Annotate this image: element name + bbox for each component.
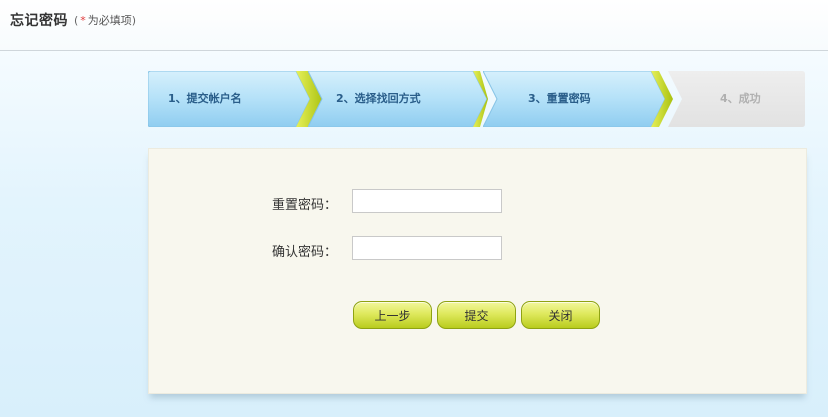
required-note-text: 为必填项: [87, 14, 132, 27]
required-note-open: (: [74, 14, 79, 27]
required-note: (* 为必填项): [74, 12, 136, 28]
submit-button[interactable]: 提交: [437, 301, 516, 329]
step-4: 4、成功: [668, 71, 805, 127]
reset-password-form: 重置密码： 确认密码： 上一步 提交 关闭: [148, 148, 807, 394]
step-1: 1、提交帐户名: [148, 71, 328, 127]
step-2-label: 2、选择找回方式: [336, 92, 421, 105]
page-header: 忘记密码 (* 为必填项): [0, 0, 828, 51]
confirm-password-label: 确认密码：: [271, 245, 337, 260]
progress-steps: 1、提交帐户名 2、选择找回方式 3、重置密码 4、成功: [148, 71, 805, 127]
page-title: 忘记密码: [10, 13, 68, 29]
reset-password-label: 重置密码：: [271, 198, 337, 213]
step-3: 3、重置密码: [483, 71, 673, 127]
step-4-label: 4、成功: [720, 92, 761, 105]
step-1-label: 1、提交帐户名: [168, 92, 242, 105]
confirm-password-input[interactable]: [352, 236, 502, 260]
required-note-close: ): [131, 14, 137, 27]
step-3-label: 3、重置密码: [528, 92, 591, 105]
step-2: 2、选择找回方式: [308, 71, 488, 127]
reset-password-input[interactable]: [352, 189, 502, 213]
previous-step-button[interactable]: 上一步: [353, 301, 432, 329]
close-button[interactable]: 关闭: [521, 301, 600, 329]
required-star: *: [80, 14, 86, 27]
